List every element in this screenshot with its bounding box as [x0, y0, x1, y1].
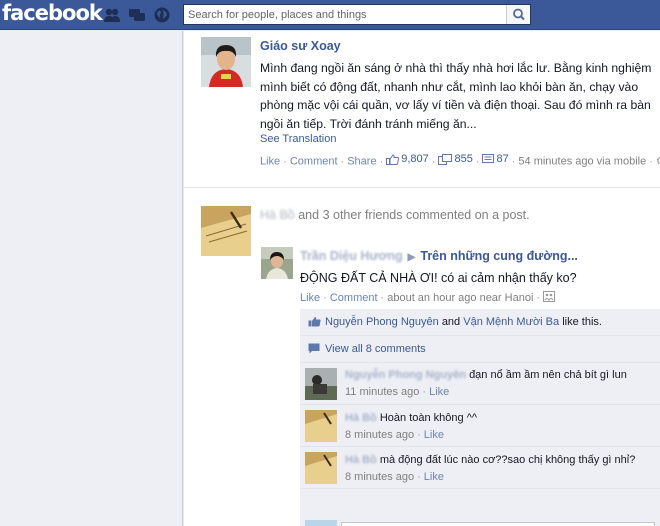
commenter-avatar[interactable] — [305, 368, 337, 400]
comment-like-link[interactable]: Like — [424, 429, 444, 441]
likes-summary: Nguyễn Phong Nguyên and Vận Mệnh Mười Ba… — [300, 309, 660, 336]
comment-body: mà động đất lúc nào cơ??sao chị không th… — [379, 454, 636, 466]
search-button[interactable] — [506, 5, 530, 24]
audience-icon[interactable] — [543, 291, 556, 302]
friend-requests-icon[interactable] — [103, 6, 121, 24]
story-header-text: and 3 other friends commented on a post. — [298, 208, 530, 222]
comment-link[interactable]: Comment — [290, 156, 338, 168]
post-message: ĐỘNG ĐẤT CẢ NHÀ ƠI! có ai cảm nhận thấy … — [300, 271, 577, 285]
comment-item: Hà Bồ mà động đất lúc nào cơ??sao chị kh… — [300, 447, 660, 489]
post-message-line: Mình đang ngồi ăn sáng ở nhà thì thấy nh… — [260, 61, 652, 75]
comment-item: Nguyễn Phong Nguyên đạn nổ ầm ầm nên chả… — [300, 363, 660, 405]
comment-timestamp[interactable]: 8 minutes ago — [345, 471, 414, 483]
comment-meta: 11 minutes ago · Like — [345, 386, 450, 398]
commenter-avatar[interactable] — [305, 410, 337, 442]
comment-body: Hoàn toàn không ^^ — [379, 412, 478, 424]
gear-icon[interactable]: ⚙ — [656, 156, 660, 168]
search-input[interactable] — [184, 5, 506, 24]
comments-box: Nguyễn Phong Nguyên and Vận Mệnh Mười Ba… — [300, 309, 660, 526]
news-feed: Giáo sư Xoay Mình đang ngồi ăn sáng ở nh… — [184, 31, 660, 526]
comment-text: Hà Bồ mà động đất lúc nào cơ??sao chị kh… — [345, 454, 635, 466]
comment-item: Hà Bồ Hoàn toàn không ^^ 8 minutes ago · L… — [300, 405, 660, 447]
story-header: Hà Bồ and 3 other friends commented on a… — [260, 208, 530, 222]
post-message-line: mình biết có động đất, nhanh như cắt, mì… — [260, 79, 639, 94]
comment-meta: 8 minutes ago · Like — [345, 429, 444, 441]
notifications-globe-icon[interactable] — [153, 6, 171, 24]
like-link[interactable]: Like — [300, 292, 320, 304]
facebook-logo[interactable]: facebook — [2, 1, 103, 25]
commenter-name-link[interactable]: Nguyễn Phong Nguyên — [345, 369, 466, 381]
author-avatar[interactable] — [201, 37, 251, 87]
thumbs-up-icon — [386, 153, 400, 165]
share-link[interactable]: Share — [347, 156, 376, 168]
share-icon — [438, 153, 453, 165]
likes-count-value: 9,807 — [401, 153, 429, 165]
my-avatar — [305, 520, 337, 526]
liker-link[interactable]: Nguyễn Phong Nguyên — [325, 316, 439, 328]
top-bar: facebook — [0, 0, 660, 30]
arrow-right-icon: ▶ — [407, 252, 416, 263]
comment-body: đạn nổ ầm ầm nên chả bít gì lun — [469, 369, 627, 381]
comment-text: Hà Bồ Hoàn toàn không ^^ — [345, 412, 477, 424]
likers-and-text: and — [441, 316, 461, 328]
poster-line: Trần Diệu Hương ▶ Trên những cung đường... — [300, 249, 578, 263]
search-box — [183, 4, 531, 25]
left-column — [0, 31, 183, 526]
comment-like-link[interactable]: Like — [429, 386, 449, 398]
post-actions: Like · Comment · about an hour ago near Hano… — [300, 291, 556, 304]
comment-text: Nguyễn Phong Nguyên đạn nổ ầm ầm nên chả… — [345, 369, 627, 381]
post-message: Mình đang ngồi ăn sáng ở nhà thì thấy nh… — [260, 59, 660, 133]
post-message-line: ngồi ăn tiếp. Trời đánh tránh miếng ăn..… — [260, 116, 477, 131]
commenter-name-link[interactable]: Hà Bồ — [345, 412, 377, 424]
author-name-link[interactable]: Giáo sư Xoay — [260, 39, 341, 53]
comments-count-value: 87 — [496, 153, 509, 165]
friend-name-link[interactable]: Hà Bồ — [260, 208, 295, 222]
story-divider — [184, 187, 660, 188]
shares-count-value: 855 — [454, 153, 473, 165]
view-all-comments[interactable]: View all 8 comments — [300, 336, 660, 363]
post-timestamp[interactable]: about an hour ago near Hanoi — [387, 292, 533, 304]
thumbs-up-icon — [308, 317, 321, 327]
post-message-line: phòng mặc vội cái quần, vơ lấy ví tiền v… — [260, 98, 651, 112]
friend-avatar[interactable] — [201, 206, 251, 256]
poster-name-link[interactable]: Trần Diệu Hương — [300, 249, 403, 263]
likes-count[interactable]: 9,807 — [386, 153, 429, 165]
liker-link[interactable]: Vận Mệnh Mười Ba — [463, 316, 559, 328]
like-link[interactable]: Like — [260, 156, 280, 168]
view-all-comments-link[interactable]: View all 8 comments — [325, 343, 426, 355]
messages-icon[interactable] — [128, 6, 146, 24]
comments-count[interactable]: 87 — [482, 153, 509, 165]
comment-meta: 8 minutes ago · Like — [345, 471, 444, 483]
comment-bubble-icon — [482, 153, 495, 163]
page-link[interactable]: Trên những cung đường... — [420, 249, 578, 263]
comment-timestamp[interactable]: 8 minutes ago — [345, 429, 414, 441]
commenter-avatar[interactable] — [305, 452, 337, 484]
comment-bubble-icon — [308, 343, 320, 354]
post-actions: Like · Comment · Share · 9,807 · 855 · 87 · 54 minut… — [260, 153, 660, 168]
shares-count[interactable]: 855 — [438, 153, 473, 165]
likers-suffix-text: like this. — [562, 316, 602, 328]
search-icon — [513, 8, 525, 21]
comment-like-link[interactable]: Like — [424, 471, 444, 483]
comment-timestamp[interactable]: 11 minutes ago — [345, 386, 419, 398]
post-timestamp[interactable]: 54 minutes ago via mobile — [518, 156, 646, 168]
write-comment-input[interactable] — [341, 522, 655, 526]
comment-link[interactable]: Comment — [330, 292, 378, 304]
poster-avatar[interactable] — [261, 247, 293, 279]
see-translation-link[interactable]: See Translation — [260, 133, 336, 145]
commenter-name-link[interactable]: Hà Bồ — [345, 454, 377, 466]
